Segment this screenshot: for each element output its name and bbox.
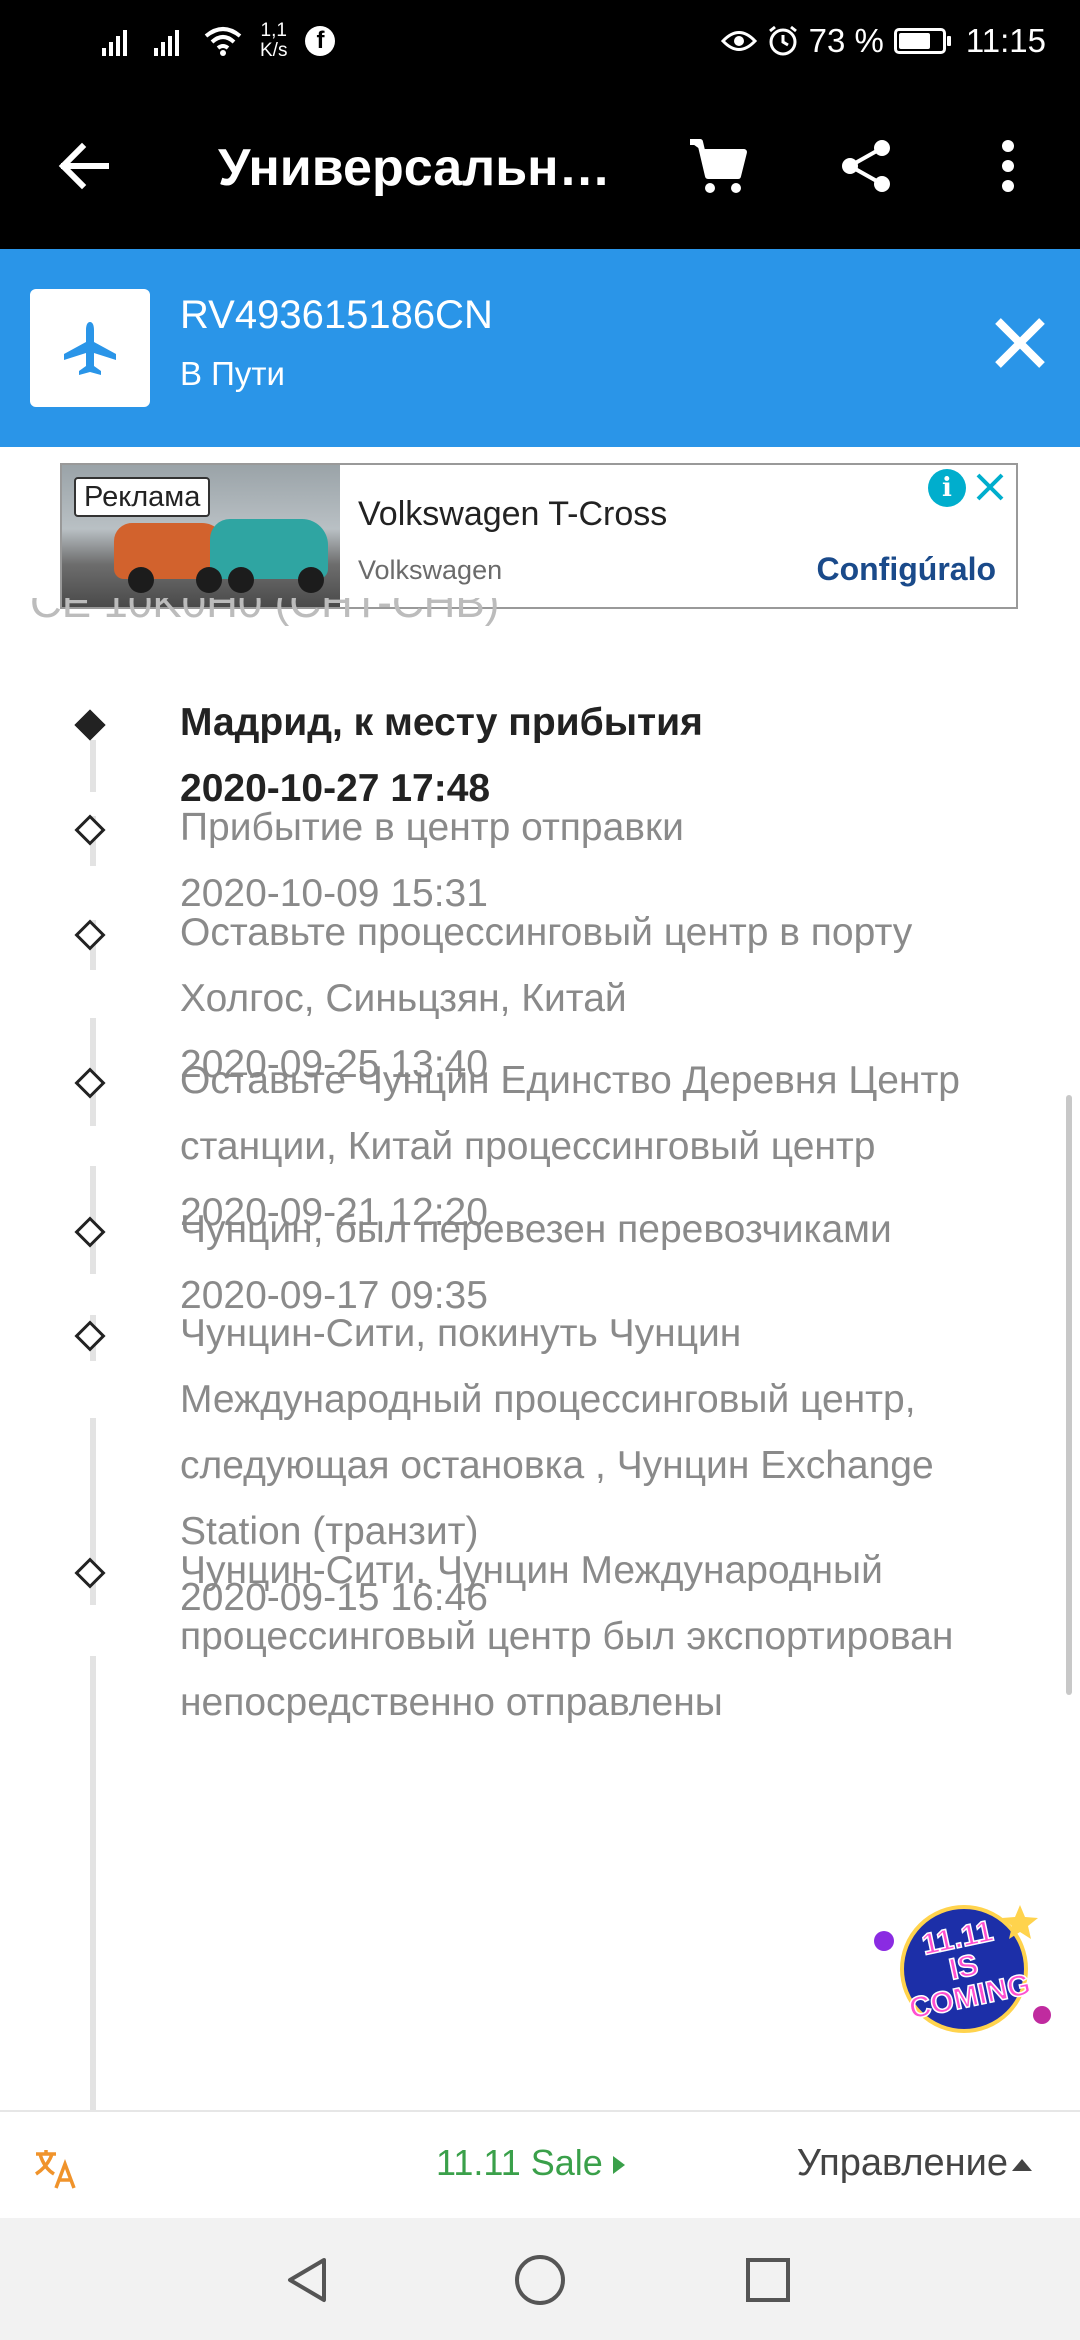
event-marker: [74, 1216, 106, 1248]
ad-title[interactable]: Volkswagen T-Cross: [358, 495, 667, 534]
more-vert-icon: [1002, 140, 1014, 192]
system-nav-bar: [0, 2218, 1080, 2340]
share-icon: [842, 140, 890, 192]
ad-wheel: [298, 567, 324, 593]
battery-level: [898, 33, 930, 49]
clock: 11:15: [965, 22, 1046, 59]
eye-icon: [720, 31, 757, 51]
event-marker: [74, 1320, 106, 1352]
ad-close-icon: [976, 473, 1004, 501]
scrollbar[interactable]: [1066, 1095, 1072, 1695]
translate-icon: [35, 2150, 76, 2189]
event-marker: [74, 814, 106, 846]
facebook-icon: f: [305, 26, 336, 56]
play-arrow-icon: [612, 2156, 625, 2175]
tracking-status-badge: [30, 289, 150, 407]
back-arrow-icon: [58, 142, 109, 190]
app-bar: Универсально…: [0, 82, 1080, 249]
timeline-line: [90, 740, 96, 792]
alarm-icon: [768, 25, 797, 56]
share-button[interactable]: [830, 130, 902, 202]
status-bar: 1,1 K/s f 73 % 11:15: [0, 0, 1080, 82]
nav-home-icon: [515, 2255, 565, 2305]
ad-cta-button[interactable]: Configúralo: [816, 551, 996, 588]
tracking-status: В Пути: [180, 355, 285, 392]
network-speed-unit: K/s: [260, 40, 288, 61]
event-description: Прибытие в центр отправки: [180, 806, 684, 849]
cart-button[interactable]: [682, 130, 754, 202]
nav-recents-icon: [746, 2258, 790, 2302]
nav-home-button[interactable]: [502, 2242, 578, 2318]
nav-back-icon: [288, 2258, 326, 2302]
network-speed-value: 1,1: [260, 20, 287, 41]
ad-image: Реклама: [62, 465, 340, 607]
event-description: Чунцин-Сити, Чунцин Международный процес…: [180, 1549, 954, 1724]
event-description: Чунцин, был перевезен перевозчиками: [180, 1208, 892, 1251]
status-bar-left: 1,1 K/s f: [100, 18, 336, 64]
ad-label: Реклама: [74, 477, 211, 517]
sale-label: 11.11 Sale: [436, 2142, 603, 2183]
current-event-marker: [74, 709, 106, 741]
wifi-icon: [204, 27, 242, 56]
event-marker: [74, 1067, 106, 1099]
ad-brand: Volkswagen: [358, 555, 503, 585]
manage-label: Управление: [796, 2142, 1008, 2184]
battery-percent: 73 %: [808, 22, 884, 59]
tracking-banner[interactable]: RV493615186CN В Пути: [0, 249, 1080, 447]
ad-wheel: [228, 567, 254, 593]
event-description: Чунцин-Сити, покинуть Чунцин Международн…: [180, 1312, 934, 1553]
airplane-icon: [64, 322, 116, 375]
ad-info-icon[interactable]: i: [928, 469, 966, 507]
event-marker: [74, 919, 106, 951]
status-bar-right: 73 % 11:15: [720, 18, 1046, 64]
close-banner-button[interactable]: [988, 311, 1052, 375]
more-button[interactable]: [972, 130, 1044, 202]
cart-icon: [690, 139, 747, 193]
promo-sticker-graphic: 11.11 IS COMING: [874, 1905, 1051, 2033]
timeline-line: [90, 1656, 96, 2110]
ad-wheel: [128, 567, 154, 593]
tracking-number: RV493615186CN: [180, 293, 493, 337]
manage-button[interactable]: Управление: [797, 2142, 1032, 2185]
back-button[interactable]: [52, 134, 116, 198]
network-speed: 1,1 K/s: [260, 21, 287, 61]
partial-hidden-text: CE 10K0H0 (CHT-CHB): [30, 598, 500, 627]
ad-banner[interactable]: Реклама Volkswagen T-Cross Volkswagen Co…: [60, 463, 1018, 609]
timeline-event-text: Чунцин-Сити, Чунцин Международный процес…: [180, 1538, 1050, 1736]
caret-up-icon: [1012, 2158, 1032, 2171]
ad-close-button[interactable]: [970, 467, 1010, 507]
close-icon: [995, 318, 1045, 368]
translate-button[interactable]: [32, 2144, 80, 2192]
promo-sticker[interactable]: 11.11 IS COMING: [860, 1895, 1060, 2045]
event-description: Мадрид, к месту прибытия: [180, 701, 703, 744]
event-marker: [74, 1557, 106, 1589]
signal-icon: [102, 30, 127, 56]
sale-link[interactable]: 11.11 Sale: [436, 2142, 625, 2184]
bottom-bar: 11.11 Sale Управление: [0, 2110, 1080, 2220]
ad-wheel: [196, 567, 222, 593]
page-title: Универсально…: [218, 139, 628, 197]
battery-icon: [893, 28, 951, 54]
event-description: Оставьте Чунцин Единство Деревня Центр с…: [180, 1059, 960, 1168]
signal-icon: [154, 30, 179, 56]
nav-back-button[interactable]: [270, 2242, 346, 2318]
nav-recents-button[interactable]: [730, 2242, 806, 2318]
event-description: Оставьте процессинговый центр в порту Хо…: [180, 911, 913, 1020]
